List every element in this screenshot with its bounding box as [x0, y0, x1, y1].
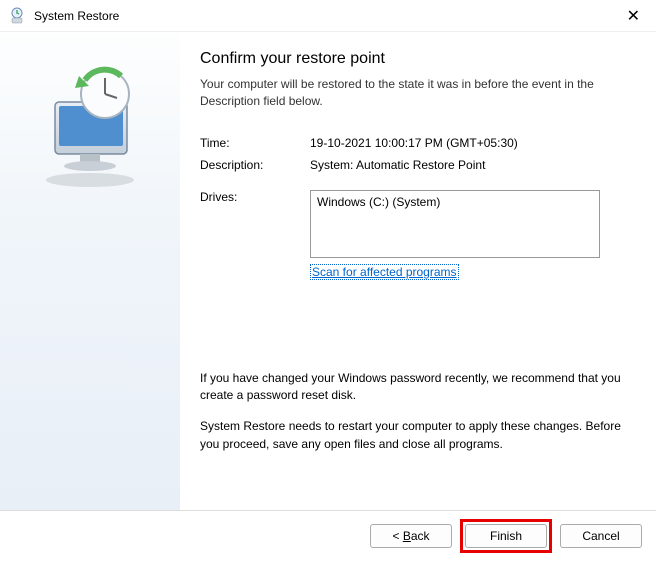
titlebar: System Restore ✕ — [0, 0, 656, 32]
time-value: 19-10-2021 10:00:17 PM (GMT+05:30) — [310, 136, 628, 150]
finish-button[interactable]: Finish — [465, 524, 547, 548]
drives-label: Drives: — [200, 190, 310, 258]
back-button[interactable]: < Back — [370, 524, 452, 548]
description-row: Description: System: Automatic Restore P… — [200, 158, 628, 172]
time-label: Time: — [200, 136, 310, 150]
time-row: Time: 19-10-2021 10:00:17 PM (GMT+05:30) — [200, 136, 628, 150]
drives-row: Drives: Windows (C:) (System) — [200, 190, 628, 258]
scan-programs-link[interactable]: Scan for affected programs — [310, 264, 459, 280]
sidebar — [0, 32, 180, 510]
info-block: If you have changed your Windows passwor… — [200, 370, 628, 454]
system-restore-icon — [8, 7, 26, 25]
drive-item[interactable]: Windows (C:) (System) — [317, 195, 593, 209]
restart-info-text: System Restore needs to restart your com… — [200, 418, 628, 453]
footer: < Back Finish Cancel — [0, 510, 656, 560]
password-info-text: If you have changed your Windows passwor… — [200, 370, 628, 405]
drives-listbox[interactable]: Windows (C:) (System) — [310, 190, 600, 258]
content-area: Confirm your restore point Your computer… — [0, 32, 656, 510]
window-title: System Restore — [34, 9, 619, 23]
close-button[interactable]: ✕ — [619, 6, 648, 26]
description-label: Description: — [200, 158, 310, 172]
description-value: System: Automatic Restore Point — [310, 158, 628, 172]
page-heading: Confirm your restore point — [200, 50, 628, 68]
main-panel: Confirm your restore point Your computer… — [180, 32, 656, 510]
cancel-button[interactable]: Cancel — [560, 524, 642, 548]
page-subheading: Your computer will be restored to the st… — [200, 76, 628, 110]
restore-illustration-icon — [25, 62, 155, 195]
finish-highlight: Finish — [460, 519, 552, 553]
